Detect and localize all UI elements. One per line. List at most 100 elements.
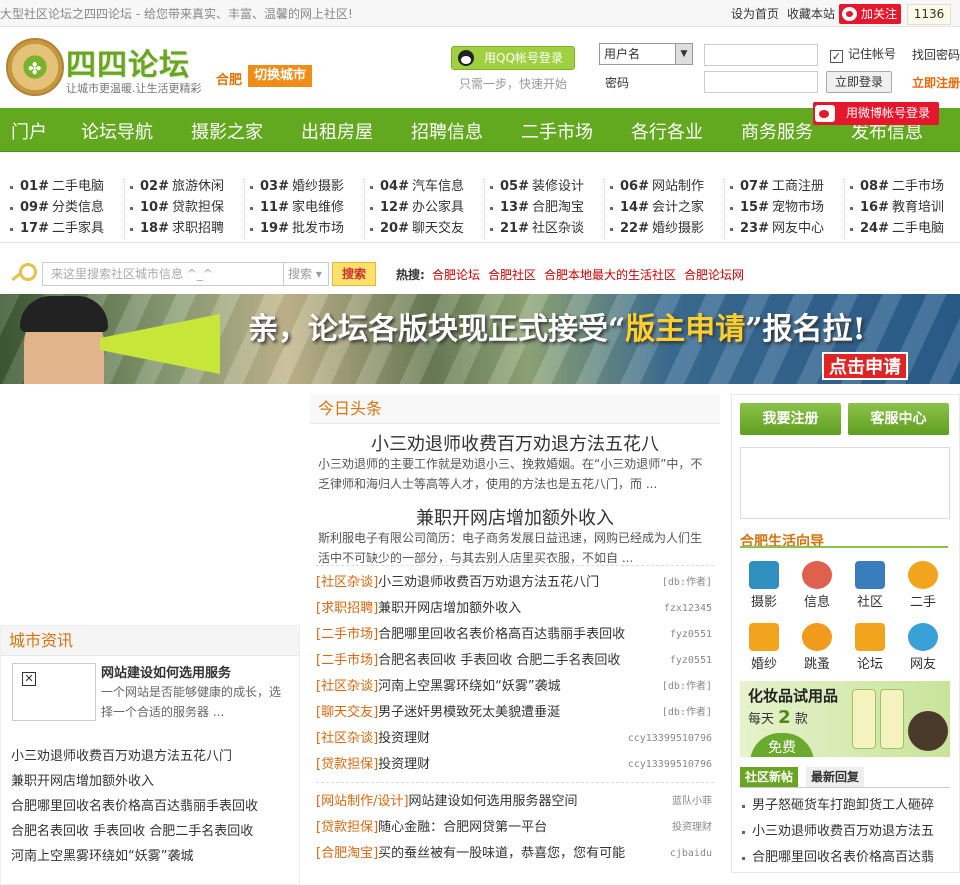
category-link[interactable]: 04# 汽车信息	[370, 177, 464, 197]
switch-city-button[interactable]: 切换城市	[248, 65, 312, 87]
nav-item-business[interactable]: 商务服务	[741, 118, 813, 144]
news-row[interactable]: [社区杂谈]小三劝退师收费百万劝退方法五花八门 [db:作者]	[316, 570, 716, 596]
qq-login-button[interactable]: 用QQ帐号登录	[451, 46, 575, 70]
new-post-item[interactable]: 男子怒砸货车打跑卸货工人砸碎	[742, 793, 934, 819]
tab-latest-replies[interactable]: 最新回复	[806, 767, 864, 787]
news-category-tag[interactable]: [社区杂谈]	[316, 575, 378, 590]
city-news-headline[interactable]: 网站建设如何选用服务	[101, 662, 231, 681]
guide-item-scissors[interactable]: 论坛	[846, 623, 894, 672]
category-link[interactable]: 01# 二手电脑	[10, 177, 104, 197]
news-title[interactable]: 买的蚕丝被有一股味道，恭喜您，您有可能	[378, 846, 625, 861]
category-link[interactable]: 24# 二手电脑	[850, 219, 944, 239]
nav-item-industries[interactable]: 各行各业	[631, 118, 703, 144]
news-category-tag[interactable]: [贷款担保]	[316, 757, 378, 772]
city-news-item[interactable]: 河南上空黑雾环绕如“妖雾”袭城	[11, 844, 258, 869]
weibo-login-button[interactable]: 用微博帐号登录	[813, 102, 939, 125]
password-field[interactable]	[704, 71, 818, 93]
news-category-tag[interactable]: [聊天交友]	[316, 705, 378, 720]
guide-item-heart[interactable]: 跳蚤	[793, 623, 841, 672]
news-category-tag[interactable]: [合肥淘宝]	[316, 846, 378, 861]
category-link[interactable]: 05# 装修设计	[490, 177, 584, 197]
guide-item-money[interactable]: 信息	[793, 561, 841, 610]
news-title[interactable]: 小三劝退师收费百万劝退方法五花八门	[378, 575, 599, 590]
login-button[interactable]: 立即登录	[826, 71, 892, 93]
remember-account-checkbox[interactable]: ✓ 记住帐号	[830, 45, 896, 63]
news-category-tag[interactable]: [求职招聘]	[316, 601, 378, 616]
news-title[interactable]: 合肥哪里回收名表价格高百达翡丽手表回收	[378, 627, 625, 642]
category-link[interactable]: 19# 批发市场	[250, 219, 344, 239]
city-news-item[interactable]: 兼职开网店增加额外收入	[11, 769, 258, 794]
guide-item-building[interactable]: 社区	[846, 561, 894, 610]
news-title[interactable]: 投资理财	[378, 731, 430, 746]
category-link[interactable]: 22# 婚纱摄影	[610, 219, 704, 239]
bookmark-link[interactable]: 收藏本站	[787, 5, 835, 22]
guide-item-shower[interactable]: 网友	[899, 623, 947, 672]
hot-search-link[interactable]: 合肥社区	[488, 266, 536, 283]
category-link[interactable]: 21# 社区杂谈	[490, 219, 584, 239]
search-button[interactable]: 搜索	[332, 262, 376, 286]
nav-item-rental[interactable]: 出租房屋	[301, 118, 373, 144]
category-link[interactable]: 15# 宠物市场	[730, 198, 824, 218]
nav-item-photo[interactable]: 摄影之家	[191, 118, 263, 144]
news-row[interactable]: [贷款担保]投资理财 ccy13399510796	[316, 752, 716, 778]
city-news-item[interactable]: 合肥哪里回收名表价格高百达翡丽手表回收	[11, 794, 258, 819]
register-link[interactable]: 立即注册	[912, 74, 960, 91]
category-link[interactable]: 17# 二手家具	[10, 219, 104, 239]
headline-item-title[interactable]: 小三劝退师收费百万劝退方法五花八	[310, 430, 720, 455]
register-button[interactable]: 我要注册	[740, 403, 841, 435]
moderator-banner[interactable]: 亲，论坛各版块现正式接受“版主申请”报名拉! 点击申请	[0, 294, 960, 384]
find-password-link[interactable]: 找回密码	[912, 46, 960, 63]
weibo-follow-button[interactable]: 加关注	[839, 4, 901, 24]
category-link[interactable]: 23# 网友中心	[730, 219, 824, 239]
category-link[interactable]: 18# 求职招聘	[130, 219, 224, 239]
news-row[interactable]: [社区杂谈]投资理财 ccy13399510796	[316, 726, 716, 752]
category-link[interactable]: 12# 办公家具	[370, 198, 464, 218]
city-news-thumbnail[interactable]: ✕	[12, 663, 96, 721]
news-title[interactable]: 河南上空黑雾环绕如“妖雾”袭城	[378, 679, 560, 694]
tab-new-posts[interactable]: 社区新帖	[740, 767, 798, 787]
headline-item-title[interactable]: 兼职开网店增加额外收入	[310, 504, 720, 529]
category-link[interactable]: 06# 网站制作	[610, 177, 704, 197]
category-link[interactable]: 10# 贷款担保	[130, 198, 224, 218]
city-news-item[interactable]: 合肥名表回收 手表回收 合肥二手名表回收	[11, 819, 258, 844]
category-link[interactable]: 20# 聊天交友	[370, 219, 464, 239]
news-row[interactable]: [二手市场]合肥哪里回收名表价格高百达翡丽手表回收 fyz0551	[316, 622, 716, 648]
news-category-tag[interactable]: [社区杂谈]	[316, 679, 378, 694]
nav-item-portal[interactable]: 门户	[11, 118, 47, 144]
category-link[interactable]: 14# 会计之家	[610, 198, 704, 218]
category-link[interactable]: 16# 教育培训	[850, 198, 944, 218]
news-title[interactable]: 投资理财	[378, 757, 430, 772]
category-link[interactable]: 13# 合肥淘宝	[490, 198, 584, 218]
guide-item-ticket[interactable]: 二手	[899, 561, 947, 610]
cosmetics-ad[interactable]: 化妆品试用品 每天 2 款 免费	[740, 681, 950, 757]
news-category-tag[interactable]: [二手市场]	[316, 627, 378, 642]
apply-button[interactable]: 点击申请	[822, 352, 908, 380]
city-news-item[interactable]: 小三劝退师收费百万劝退方法五花八门	[11, 744, 258, 769]
category-link[interactable]: 07# 工商注册	[730, 177, 824, 197]
category-link[interactable]: 03# 婚纱摄影	[250, 177, 344, 197]
new-post-item[interactable]: 小三劝退师收费百万劝退方法五	[742, 819, 934, 845]
service-center-button[interactable]: 客服中心	[848, 403, 949, 435]
username-field[interactable]	[704, 44, 818, 66]
new-post-item[interactable]: 合肥哪里回收名表价格高百达翡	[742, 845, 934, 871]
news-row[interactable]: [网站制作/设计]网站建设如何选用服务器空间 蓝队小菲	[316, 789, 716, 815]
category-link[interactable]: 08# 二手市场	[850, 177, 944, 197]
news-title[interactable]: 兼职开网店增加额外收入	[378, 601, 521, 616]
search-input[interactable]: 来这里搜索社区城市信息 ^_^	[42, 262, 284, 286]
news-category-tag[interactable]: [二手市场]	[316, 653, 378, 668]
news-row[interactable]: [求职招聘]兼职开网店增加额外收入 fzx12345	[316, 596, 716, 622]
news-category-tag[interactable]: [网站制作/设计]	[316, 794, 409, 809]
hot-search-link[interactable]: 合肥本地最大的生活社区	[544, 266, 676, 283]
hot-search-link[interactable]: 合肥论坛	[432, 266, 480, 283]
nav-item-secondhand[interactable]: 二手市场	[521, 118, 593, 144]
news-title[interactable]: 合肥名表回收 手表回收 合肥二手名表回收	[378, 653, 620, 668]
news-title[interactable]: 男子迷奸男模致死太美貌遭垂涎	[378, 705, 560, 720]
news-row[interactable]: [社区杂谈]河南上空黑雾环绕如“妖雾”袭城 [db:作者]	[316, 674, 716, 700]
logo[interactable]: ✤	[6, 38, 64, 96]
news-title[interactable]: 网站建设如何选用服务器空间	[409, 794, 578, 809]
guide-item-bike[interactable]: 婚纱	[740, 623, 788, 672]
guide-item-bowl[interactable]: 摄影	[740, 561, 788, 610]
news-category-tag[interactable]: [社区杂谈]	[316, 731, 378, 746]
nav-item-forum-nav[interactable]: 论坛导航	[81, 118, 153, 144]
news-row[interactable]: [合肥淘宝]买的蚕丝被有一股味道，恭喜您，您有可能 cjbaidu	[316, 841, 716, 867]
